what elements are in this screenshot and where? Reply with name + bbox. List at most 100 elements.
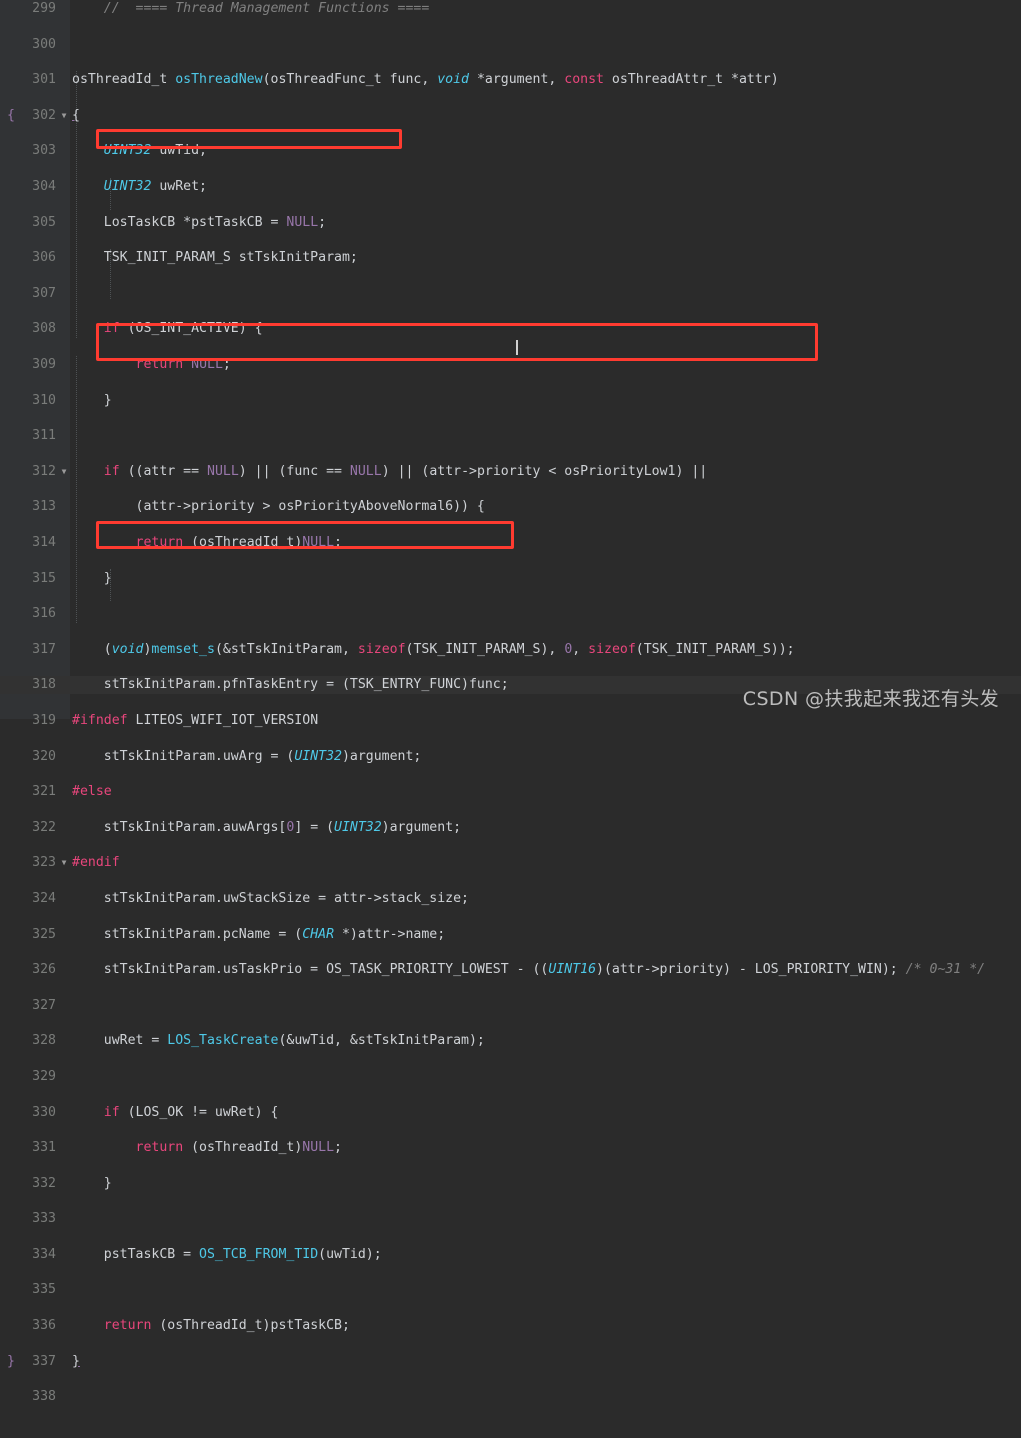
code-text: if (LOS_OK != uwRet) { — [103, 1104, 279, 1120]
code-line[interactable]: 308 if (OS_INT_ACTIVE) { — [0, 320, 1021, 338]
code-line[interactable]: 333 — [0, 1210, 1021, 1228]
text-caret — [516, 340, 518, 355]
line-number: 304 — [32, 178, 56, 194]
code-line[interactable]: 299 // ==== Thread Management Functions … — [0, 0, 1021, 18]
code-text: // ==== Thread Management Functions ==== — [72, 0, 430, 18]
line-number: 338 — [32, 1389, 56, 1405]
comment-token: // ==== Thread Management Functions ==== — [103, 1, 430, 16]
code-line[interactable]: 319 #ifndef LITEOS_WIFI_IOT_VERSION — [0, 712, 1021, 730]
code-text: if (OS_INT_ACTIVE) { — [103, 321, 263, 337]
code-line[interactable]: 322 stTskInitParam.auwArgs[0] = (UINT32)… — [0, 819, 1021, 837]
code-editor[interactable]: 299 // ==== Thread Management Functions … — [0, 0, 1021, 1404]
line-number: 313 — [32, 499, 56, 515]
code-line[interactable]: 320 stTskInitParam.uwArg = (UINT32)argum… — [0, 748, 1021, 766]
line-number: 306 — [32, 250, 56, 266]
code-line[interactable]: 325 stTskInitParam.pcName = (CHAR *)attr… — [0, 926, 1021, 944]
bracket-marker-close: } — [7, 1353, 15, 1369]
code-line[interactable]: 334 pstTaskCB = OS_TCB_FROM_TID(uwTid); — [0, 1246, 1021, 1264]
code-text: UINT32 uwTid; — [103, 143, 207, 159]
code-line[interactable]: 314 return (osThreadId_t)NULL; — [0, 534, 1021, 552]
code-line[interactable]: 331 return (osThreadId_t)NULL; — [0, 1139, 1021, 1157]
line-number: 328 — [32, 1033, 56, 1049]
code-line[interactable]: 304 UINT32 uwRet; — [0, 178, 1021, 196]
line-number: 324 — [32, 890, 56, 906]
line-number: 332 — [32, 1175, 56, 1191]
code-line[interactable]: 336 return (osThreadId_t)pstTaskCB; — [0, 1317, 1021, 1335]
code-line[interactable]: 338 — [0, 1388, 1021, 1406]
code-text: LosTaskCB *pstTaskCB = NULL; — [72, 214, 327, 230]
code-text: #else — [72, 784, 112, 800]
line-number: 320 — [32, 748, 56, 764]
code-line[interactable]: 327 — [0, 997, 1021, 1015]
line-number: 315 — [32, 570, 56, 586]
line-number: 322 — [32, 819, 56, 835]
code-text: #ifndef LITEOS_WIFI_IOT_VERSION — [72, 712, 319, 728]
code-text: osThreadId_t osThreadNew(osThreadFunc_t … — [72, 72, 779, 88]
line-number: 303 — [32, 143, 56, 159]
code-text: return (osThreadId_t)NULL; — [135, 1140, 342, 1156]
line-number: 301 — [32, 72, 56, 88]
code-line[interactable]: 307 — [0, 285, 1021, 303]
code-line[interactable]: 312 ▼ if ((attr == NULL) || (func == NUL… — [0, 463, 1021, 481]
line-number: 299 — [32, 1, 56, 16]
line-number: 300 — [32, 36, 56, 52]
line-number: 330 — [32, 1104, 56, 1120]
line-number: 314 — [32, 534, 56, 550]
line-number: 316 — [32, 606, 56, 622]
code-text: } — [72, 570, 112, 586]
line-number: 310 — [32, 392, 56, 408]
code-text: stTskInitParam.auwArgs[0] = (UINT32)argu… — [72, 819, 462, 835]
line-number: 318 — [32, 677, 56, 693]
code-line[interactable]: 323 ▼ #endif — [0, 854, 1021, 872]
code-line[interactable]: 303 UINT32 uwTid; — [0, 142, 1021, 160]
code-line[interactable]: 330 if (LOS_OK != uwRet) { — [0, 1104, 1021, 1122]
code-line[interactable]: } 337 } — [0, 1353, 1021, 1371]
line-number: 317 — [32, 641, 56, 657]
line-number: 308 — [32, 321, 56, 337]
line-number: 326 — [32, 962, 56, 978]
code-text: if ((attr == NULL) || (func == NULL) || … — [103, 463, 708, 479]
line-number: 336 — [32, 1318, 56, 1334]
fold-arrow-icon[interactable]: ▼ — [58, 854, 70, 872]
code-line[interactable]: 324 stTskInitParam.uwStackSize = attr->s… — [0, 890, 1021, 908]
code-line[interactable]: 311 — [0, 427, 1021, 445]
line-number: 335 — [32, 1282, 56, 1298]
watermark-text: CSDN @扶我起来我还有头发 — [742, 688, 999, 710]
code-text: #endif — [72, 855, 120, 871]
code-line[interactable]: 313 (attr->priority > osPriorityAboveNor… — [0, 498, 1021, 516]
code-line[interactable]: 316 — [0, 605, 1021, 623]
code-line[interactable]: 317 (void)memset_s(&stTskInitParam, size… — [0, 641, 1021, 659]
code-text: } — [72, 1353, 80, 1369]
code-line[interactable]: 332 } — [0, 1175, 1021, 1193]
code-line[interactable]: 321 #else — [0, 783, 1021, 801]
code-line[interactable]: 305 LosTaskCB *pstTaskCB = NULL; — [0, 214, 1021, 232]
code-line[interactable]: 328 uwRet = LOS_TaskCreate(&uwTid, &stTs… — [0, 1032, 1021, 1050]
line-number: 331 — [32, 1140, 56, 1156]
code-text: } — [72, 392, 112, 408]
code-line[interactable]: 306 TSK_INIT_PARAM_S stTskInitParam; — [0, 249, 1021, 267]
line-number: 323 — [32, 855, 56, 871]
fold-arrow-icon[interactable]: ▼ — [58, 107, 70, 125]
trailing-comment: /* 0~31 */ — [905, 962, 986, 978]
code-text: return (osThreadId_t)NULL; — [135, 534, 342, 550]
line-number: 329 — [32, 1068, 56, 1084]
code-text: UINT32 uwRet; — [103, 178, 207, 194]
code-text: (void)memset_s(&stTskInitParam, sizeof(T… — [72, 641, 795, 657]
code-line[interactable]: 310 } — [0, 392, 1021, 410]
line-number: 333 — [32, 1211, 56, 1227]
code-line[interactable]: { 302 ▼ { — [0, 107, 1021, 125]
code-line[interactable]: 301 osThreadId_t osThreadNew(osThreadFun… — [0, 71, 1021, 89]
line-number: 334 — [32, 1246, 56, 1262]
code-text: stTskInitParam.usTaskPrio = OS_TASK_PRIO… — [72, 962, 986, 978]
code-line[interactable]: 300 — [0, 36, 1021, 54]
code-text: (attr->priority > osPriorityAboveNormal6… — [72, 499, 485, 515]
code-line[interactable]: 335 — [0, 1281, 1021, 1299]
code-text: } — [72, 1175, 112, 1191]
code-text: stTskInitParam.pcName = (CHAR *)attr->na… — [72, 926, 446, 942]
fold-arrow-icon[interactable]: ▼ — [58, 463, 70, 481]
code-line[interactable]: 315 } — [0, 570, 1021, 588]
code-line[interactable]: 326 stTskInitParam.usTaskPrio = OS_TASK_… — [0, 961, 1021, 979]
code-text: { — [72, 107, 80, 123]
code-line[interactable]: 309 return NULL; — [0, 356, 1021, 374]
code-line[interactable]: 329 — [0, 1068, 1021, 1086]
